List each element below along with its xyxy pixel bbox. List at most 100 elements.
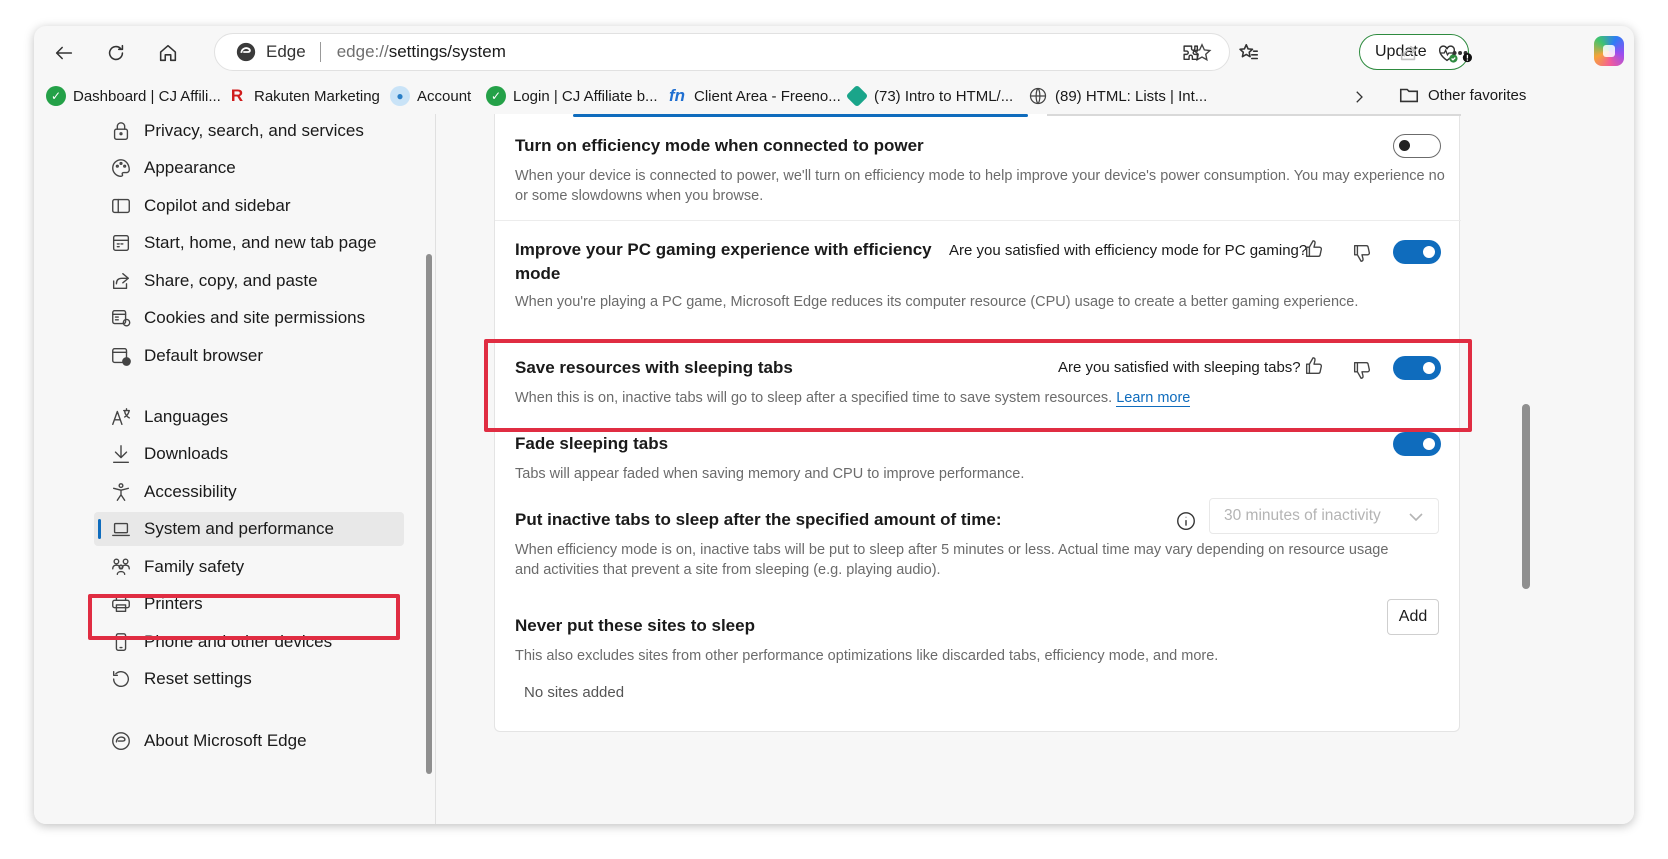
sidebar-item-label: Downloads: [144, 444, 229, 463]
extensions-button[interactable]: [1174, 36, 1208, 70]
efficiency-power-toggle[interactable]: [1393, 134, 1441, 158]
tab-indicator: [1047, 114, 1461, 116]
sleeping-tabs-toggle[interactable]: [1393, 356, 1441, 380]
sidebar-icon: [110, 195, 132, 217]
setting-title: Turn on efficiency mode when connected t…: [515, 136, 924, 155]
performance-card: Turn on efficiency mode when connected t…: [494, 114, 1461, 732]
sleep-timer-select[interactable]: 30 minutes of inactivity: [1209, 498, 1439, 534]
favorites-bar: ✓ Dashboard | CJ Affili... R Rakuten Mar…: [34, 78, 1634, 114]
sidebar-item-copilot[interactable]: Copilot and sidebar: [94, 189, 404, 223]
sidebar-item-appearance[interactable]: Appearance: [94, 151, 404, 185]
favorites-overflow-button[interactable]: [1350, 88, 1368, 106]
globe-icon: [1028, 86, 1048, 106]
chevron-right-icon: [1356, 91, 1363, 103]
sidebar-item-label: Privacy, search, and services: [144, 121, 364, 140]
sidebar-item-reset[interactable]: Reset settings: [94, 662, 404, 696]
edge-icon: [110, 730, 132, 752]
setting-title: Put inactive tabs to sleep after the spe…: [515, 510, 1002, 529]
sidebar-item-label: Languages: [144, 407, 229, 426]
favorite-label: Login | CJ Affiliate b...: [513, 87, 658, 105]
browser-window: Edge edge://settings/system Update ✓ Das…: [34, 26, 1634, 824]
palette-icon: [110, 157, 132, 179]
sidebar-item-cookies[interactable]: Cookies and site permissions: [94, 301, 404, 335]
share-button[interactable]: [1392, 36, 1426, 70]
info-icon[interactable]: [1175, 510, 1197, 532]
setting-description: This also excludes sites from other perf…: [515, 648, 1219, 664]
sidebar-item-label: About Microsoft Edge: [144, 731, 307, 750]
setting-description: When your device is connected to power, …: [515, 168, 1445, 204]
favorite-item[interactable]: (73) Intro to HTML/...: [845, 84, 1013, 108]
course-icon: [845, 84, 869, 108]
settings-main: Turn on efficiency mode when connected t…: [436, 114, 1634, 824]
other-favorites-label: Other favorites: [1428, 86, 1527, 104]
cookie-icon: [110, 307, 132, 329]
sidebar-item-label: Start, home, and new tab page: [144, 233, 377, 252]
learn-more-link[interactable]: Learn more: [1116, 390, 1191, 407]
sidebar-item-about[interactable]: About Microsoft Edge: [94, 724, 404, 758]
sidebar-item-phone[interactable]: Phone and other devices: [94, 625, 404, 659]
gaming-efficiency-toggle[interactable]: [1393, 240, 1441, 264]
setting-description-text: When this is on, inactive tabs will go t…: [515, 390, 1113, 406]
default-browser-icon: [110, 345, 132, 367]
sidebar-item-default-browser[interactable]: Default browser: [94, 339, 404, 373]
address-bar[interactable]: Edge edge://settings/system: [214, 33, 1230, 71]
refresh-button[interactable]: [99, 36, 133, 70]
favorite-item[interactable]: ✓ Dashboard | CJ Affili...: [46, 84, 221, 108]
settings-page: Privacy, search, and services Appearance…: [34, 114, 1634, 824]
favorite-item[interactable]: (89) HTML: Lists | Int...: [1028, 84, 1207, 108]
thumbs-down-icon[interactable]: [1351, 359, 1373, 381]
favorite-item[interactable]: R Rakuten Marketing: [227, 84, 380, 108]
main-scrollbar[interactable]: [1522, 404, 1530, 589]
tab-indicator-active: [573, 114, 1028, 117]
sidebar-item-printers[interactable]: Printers: [94, 587, 404, 621]
extensions-puzzle-icon: [1183, 45, 1199, 61]
sidebar-item-label: Printers: [144, 594, 203, 613]
back-button[interactable]: [47, 36, 81, 70]
browser-toolbar: Edge edge://settings/system Update: [34, 26, 1634, 78]
sidebar-item-downloads[interactable]: Downloads: [94, 437, 404, 471]
sleep-timer-selected-value: 30 minutes of inactivity: [1224, 507, 1381, 524]
sidebar-item-label: System and performance: [144, 519, 334, 538]
settings-sidebar: Privacy, search, and services Appearance…: [34, 114, 436, 824]
setting-title: Never put these sites to sleep: [515, 616, 755, 635]
home-button[interactable]: [151, 36, 185, 70]
cj-affiliate-icon: ✓: [486, 86, 506, 106]
fade-tabs-toggle[interactable]: [1393, 432, 1441, 456]
download-icon: [110, 443, 132, 465]
setting-title-continued: mode: [515, 264, 561, 283]
setting-description: When you're playing a PC game, Microsoft…: [515, 294, 1359, 310]
favorite-label: Dashboard | CJ Affili...: [73, 87, 221, 105]
sidebar-item-label: Reset settings: [144, 669, 252, 688]
sidebar-item-family-safety[interactable]: Family safety: [94, 550, 404, 584]
favorite-item[interactable]: ✓ Login | CJ Affiliate b...: [486, 84, 658, 108]
favorite-item[interactable]: fn Client Area - Freeno...: [667, 84, 841, 108]
sidebar-item-label: Default browser: [144, 346, 264, 365]
sidebar-item-label: Share, copy, and paste: [144, 271, 318, 290]
sidebar-item-share[interactable]: Share, copy, and paste: [94, 264, 404, 298]
accessibility-icon: [110, 481, 132, 503]
setting-title: Improve your PC gaming experience with e…: [515, 240, 932, 259]
thumbs-down-icon[interactable]: [1351, 242, 1373, 264]
copilot-button[interactable]: [1594, 36, 1624, 66]
sidebar-item-privacy[interactable]: Privacy, search, and services: [94, 114, 404, 148]
sidebar-scrollbar[interactable]: [426, 254, 432, 774]
sidebar-item-languages[interactable]: Languages: [94, 400, 404, 434]
sidebar-item-start-home[interactable]: Start, home, and new tab page: [94, 226, 404, 260]
sidebar-item-system-performance[interactable]: System and performance: [94, 512, 404, 546]
other-favorites-folder[interactable]: Other favorites: [1398, 84, 1526, 106]
favorite-item[interactable]: ● Account: [390, 84, 471, 108]
favorite-label: Account: [417, 87, 472, 105]
settings-and-more-button[interactable]: [1444, 36, 1478, 70]
sidebar-item-accessibility[interactable]: Accessibility: [94, 475, 404, 509]
languages-icon: [110, 406, 132, 428]
feedback-question: Are you satisfied with efficiency mode f…: [949, 242, 1308, 259]
thumbs-up-icon[interactable]: [1303, 238, 1325, 260]
thumbs-up-icon[interactable]: [1303, 355, 1325, 377]
favorites-list-icon: [1239, 43, 1259, 60]
favorites-button[interactable]: [1232, 36, 1266, 70]
feedback-question: Are you satisfied with sleeping tabs?: [1058, 359, 1301, 376]
sidebar-item-label: Copilot and sidebar: [144, 196, 291, 215]
add-site-button[interactable]: Add: [1387, 599, 1439, 635]
setting-description: When this is on, inactive tabs will go t…: [515, 388, 1445, 408]
home-icon: [159, 44, 177, 62]
